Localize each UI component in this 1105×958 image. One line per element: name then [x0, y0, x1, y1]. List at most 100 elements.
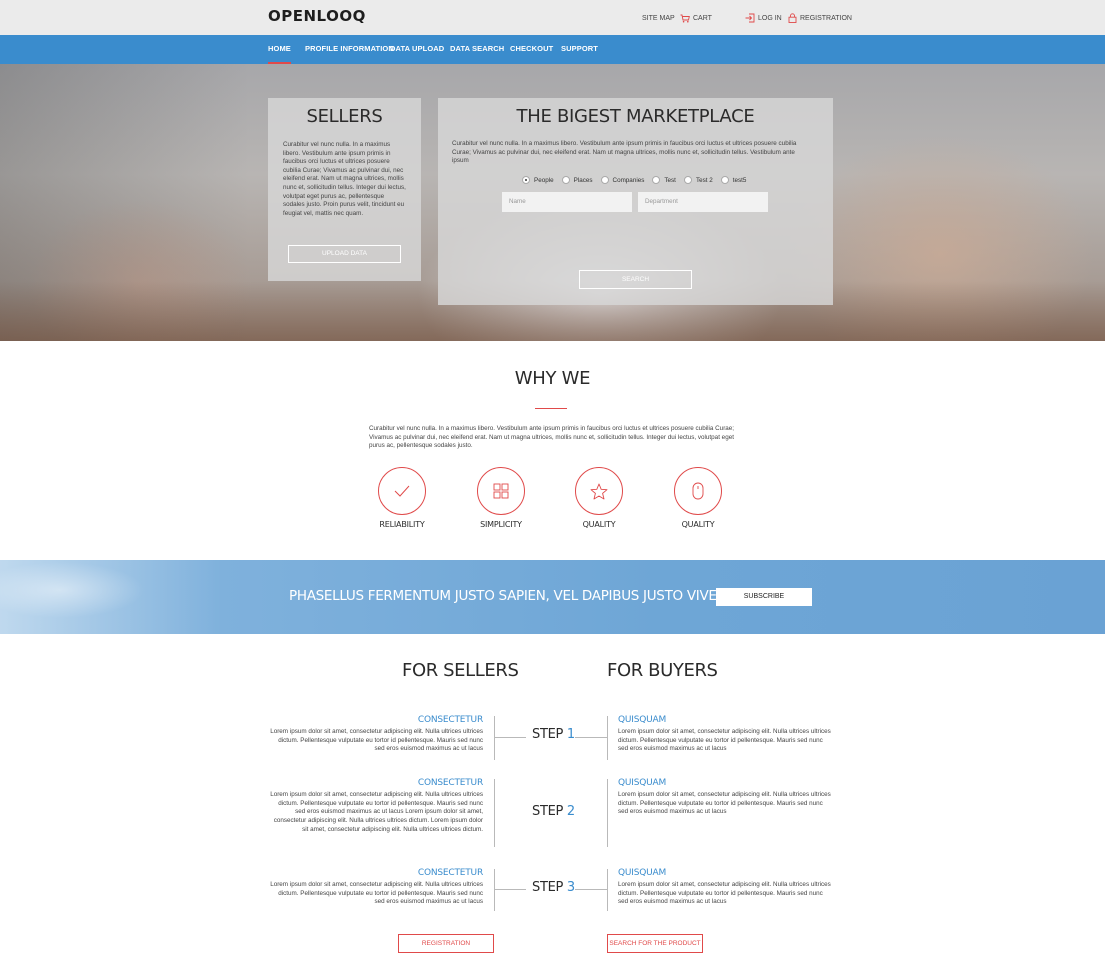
seller-step-1: CONSECTETUR Lorem ipsum dolor sit amet, …	[269, 715, 483, 754]
buyer-step-2: QUISQUAM Lorem ipsum dolor sit amet, con…	[618, 778, 832, 817]
seller-step-title: CONSECTETUR	[417, 715, 483, 725]
buyer-step-title: QUISQUAM	[618, 778, 667, 788]
sitemap-label: SITE MAP	[642, 14, 675, 22]
why-we-divider	[535, 408, 567, 409]
buyer-step-text: Lorem ipsum dolor sit amet, consectetur …	[618, 728, 831, 753]
registration-link[interactable]: REGISTRATION	[788, 12, 852, 24]
feature-label: QUALITY	[681, 520, 715, 529]
subscribe-button[interactable]: SUBSCRIBE	[716, 588, 812, 606]
step-3-label: STEP 3	[532, 880, 575, 895]
cart-link[interactable]: CART	[680, 12, 712, 24]
search-button[interactable]: SEARCH	[579, 270, 692, 289]
top-links: SITE MAP CART LOG IN REGISTRATION	[0, 0, 1105, 35]
feature-label: SIMPLICITY	[480, 520, 522, 529]
radio-label: Test	[664, 176, 676, 184]
step-1-label: STEP 1	[532, 727, 575, 742]
department-field[interactable]: Department	[638, 192, 768, 212]
seller-step-line	[494, 869, 495, 911]
step-number: 3	[566, 880, 575, 895]
seller-step-title: CONSECTETUR	[417, 868, 483, 878]
why-we-title: WHY WE	[514, 368, 591, 389]
step-word: STEP	[532, 804, 564, 819]
registration-button[interactable]: REGISTRATION	[398, 934, 494, 953]
mouse-icon	[674, 467, 722, 515]
banner-text: PHASELLUS FERMENTUM JUSTO SAPIEN, VEL DA…	[289, 588, 782, 604]
step-connector	[494, 889, 526, 890]
nav-data-upload[interactable]: DATA UPLOAD	[390, 44, 444, 53]
star-icon	[575, 467, 623, 515]
radio-companies[interactable]: Companies	[600, 176, 644, 184]
marketplace-title: THE BIGEST MARKETPLACE	[516, 106, 755, 127]
radio-label: Places	[573, 176, 593, 184]
radio-dot[interactable]	[720, 176, 729, 184]
main-nav: HOME PROFILE INFORMATION DATA UPLOAD DAT…	[0, 35, 1105, 64]
sellers-title: SELLERS	[306, 106, 383, 127]
feature-label: QUALITY	[582, 520, 616, 529]
buyer-step-text: Lorem ipsum dolor sit amet, consectetur …	[618, 791, 831, 816]
buyer-step-line	[607, 779, 608, 847]
step-word: STEP	[532, 880, 564, 895]
marketplace-text: Curabitur vel nunc nulla. In a maximus l…	[452, 140, 797, 165]
feature-quality: QUALITY	[564, 467, 634, 529]
nav-home[interactable]: HOME	[268, 44, 291, 64]
seller-step-title: CONSECTETUR	[417, 778, 483, 788]
hero-section: SELLERS Curabitur vel nunc nulla. In a m…	[0, 64, 1105, 341]
login-icon	[745, 13, 755, 23]
radio-test[interactable]: Test	[652, 176, 676, 184]
radio-label: test5	[732, 176, 747, 184]
step-connector	[494, 737, 526, 738]
sellers-panel: SELLERS Curabitur vel nunc nulla. In a m…	[268, 98, 421, 281]
checkmark-icon	[378, 467, 426, 515]
feature-simplicity: SIMPLICITY	[466, 467, 536, 529]
feature-label: RELIABILITY	[379, 520, 425, 529]
nav-checkout[interactable]: CHECKOUT	[510, 44, 553, 53]
radio-test5[interactable]: test5	[720, 176, 747, 184]
nav-support[interactable]: SUPPORT	[561, 44, 598, 53]
step-connector	[575, 889, 607, 890]
seller-step-line	[494, 716, 495, 760]
radio-dot[interactable]	[600, 176, 609, 184]
top-bar: OPENLOOQ SITE MAP CART LOG IN REGISTRATI…	[0, 0, 1105, 35]
name-field[interactable]: Name	[502, 192, 632, 212]
buyer-step-3: QUISQUAM Lorem ipsum dolor sit amet, con…	[618, 868, 832, 907]
step-word: STEP	[532, 727, 564, 742]
feature-reliability: RELIABILITY	[367, 467, 437, 529]
sellers-text: Curabitur vel nunc nulla. In a maximus l…	[283, 141, 406, 217]
radio-dot[interactable]	[522, 176, 530, 184]
cart-label: CART	[693, 14, 712, 22]
sitemap-link[interactable]: SITE MAP	[642, 12, 675, 24]
radio-dot[interactable]	[652, 176, 661, 184]
buyer-step-line	[607, 716, 608, 760]
radio-test-2[interactable]: Test 2	[683, 176, 713, 184]
upload-data-button[interactable]: UPLOAD DATA	[288, 245, 401, 263]
seller-step-text: Lorem ipsum dolor sit amet, consectetur …	[270, 881, 483, 906]
step-number: 2	[566, 804, 575, 819]
buyer-step-title: QUISQUAM	[618, 868, 667, 878]
feature-quality-2: QUALITY	[663, 467, 733, 529]
radio-people[interactable]: People	[522, 176, 554, 184]
radio-label: Test 2	[695, 176, 713, 184]
nav-data-search[interactable]: DATA SEARCH	[450, 44, 504, 53]
radio-dot[interactable]	[683, 176, 692, 184]
buyer-step-1: QUISQUAM Lorem ipsum dolor sit amet, con…	[618, 715, 832, 754]
buyer-step-text: Lorem ipsum dolor sit amet, consectetur …	[618, 881, 831, 906]
why-we-text: Curabitur vel nunc nulla. In a maximus l…	[369, 425, 735, 450]
buyer-step-line	[607, 869, 608, 911]
buyer-step-title: QUISQUAM	[618, 715, 667, 725]
seller-step-text: Lorem ipsum dolor sit amet, consectetur …	[270, 791, 483, 833]
nav-profile-information[interactable]: PROFILE INFORMATION	[305, 44, 394, 53]
radio-label: People	[534, 176, 554, 184]
login-link[interactable]: LOG IN	[745, 12, 782, 24]
banner-background-blur	[0, 560, 220, 634]
grid-icon	[477, 467, 525, 515]
lock-icon	[788, 13, 797, 23]
seller-step-text: Lorem ipsum dolor sit amet, consectetur …	[270, 728, 483, 753]
search-product-button[interactable]: SEARCH FOR THE PRODUCT	[607, 934, 703, 953]
radio-dot[interactable]	[561, 176, 570, 184]
step-number: 1	[566, 727, 575, 742]
step-2-label: STEP 2	[532, 804, 575, 819]
step-connector	[575, 737, 607, 738]
radio-places[interactable]: Places	[561, 176, 593, 184]
for-buyers-title: FOR BUYERS	[607, 660, 718, 681]
seller-step-line	[494, 779, 495, 847]
